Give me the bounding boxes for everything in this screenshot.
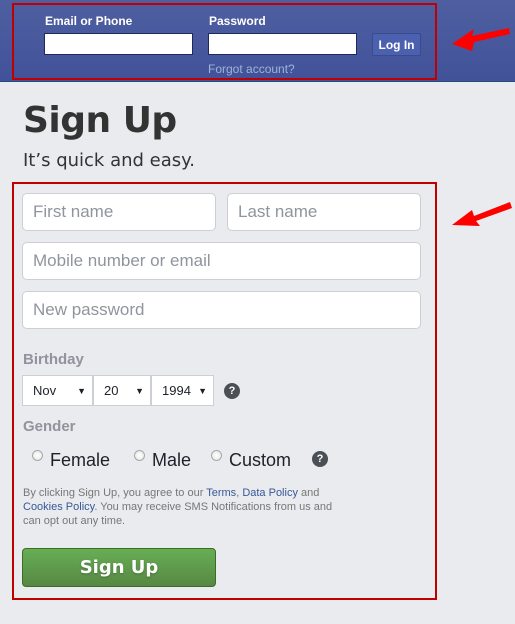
- birth-month-value: Nov: [33, 383, 57, 398]
- data-policy-link[interactable]: Data Policy: [242, 487, 298, 499]
- radio-male[interactable]: [134, 450, 145, 461]
- new-password-input[interactable]: [22, 291, 421, 329]
- annotation-arrow-form-icon: [452, 202, 512, 226]
- gender-option-label: Female: [50, 450, 111, 470]
- birth-day-value: 20: [104, 383, 119, 398]
- first-name-input[interactable]: [22, 193, 216, 231]
- mobile-or-email-input[interactable]: [22, 242, 421, 280]
- birth-year-select[interactable]: 1994 ▼: [151, 375, 214, 406]
- gender-option-male[interactable]: Male: [134, 450, 191, 471]
- birth-month-select[interactable]: Nov ▼: [22, 375, 93, 406]
- radio-custom[interactable]: [211, 450, 222, 461]
- dropdown-caret-icon: ▼: [135, 385, 144, 396]
- gender-label: Gender: [23, 418, 76, 435]
- sign-up-button[interactable]: Sign Up: [22, 548, 216, 587]
- terms-and: and: [297, 487, 320, 499]
- birth-year-value: 1994: [162, 383, 191, 398]
- gender-option-label: Custom: [229, 450, 292, 470]
- cookies-policy-link[interactable]: Cookies Policy: [23, 501, 94, 513]
- dropdown-caret-icon: ▼: [198, 385, 207, 396]
- birth-day-select[interactable]: 20 ▼: [93, 375, 151, 406]
- gender-option-female[interactable]: Female: [32, 450, 110, 471]
- annotation-box-login: [12, 3, 437, 80]
- gender-option-custom[interactable]: Custom: [211, 450, 291, 471]
- birthday-help-icon[interactable]: ?: [224, 383, 240, 399]
- dropdown-caret-icon: ▼: [77, 385, 86, 396]
- terms-text: By clicking Sign Up, you agree to our Te…: [23, 486, 343, 528]
- radio-female[interactable]: [32, 450, 43, 461]
- gender-option-label: Male: [152, 450, 192, 470]
- annotation-arrow-login-icon: [452, 28, 510, 51]
- page-title: Sign Up: [23, 100, 177, 141]
- birthday-label: Birthday: [23, 351, 84, 368]
- last-name-input[interactable]: [227, 193, 421, 231]
- page-subtitle: It’s quick and easy.: [23, 150, 195, 171]
- gender-help-icon[interactable]: ?: [312, 451, 328, 467]
- terms-link[interactable]: Terms: [206, 487, 236, 499]
- terms-prefix: By clicking Sign Up, you agree to our: [23, 487, 207, 499]
